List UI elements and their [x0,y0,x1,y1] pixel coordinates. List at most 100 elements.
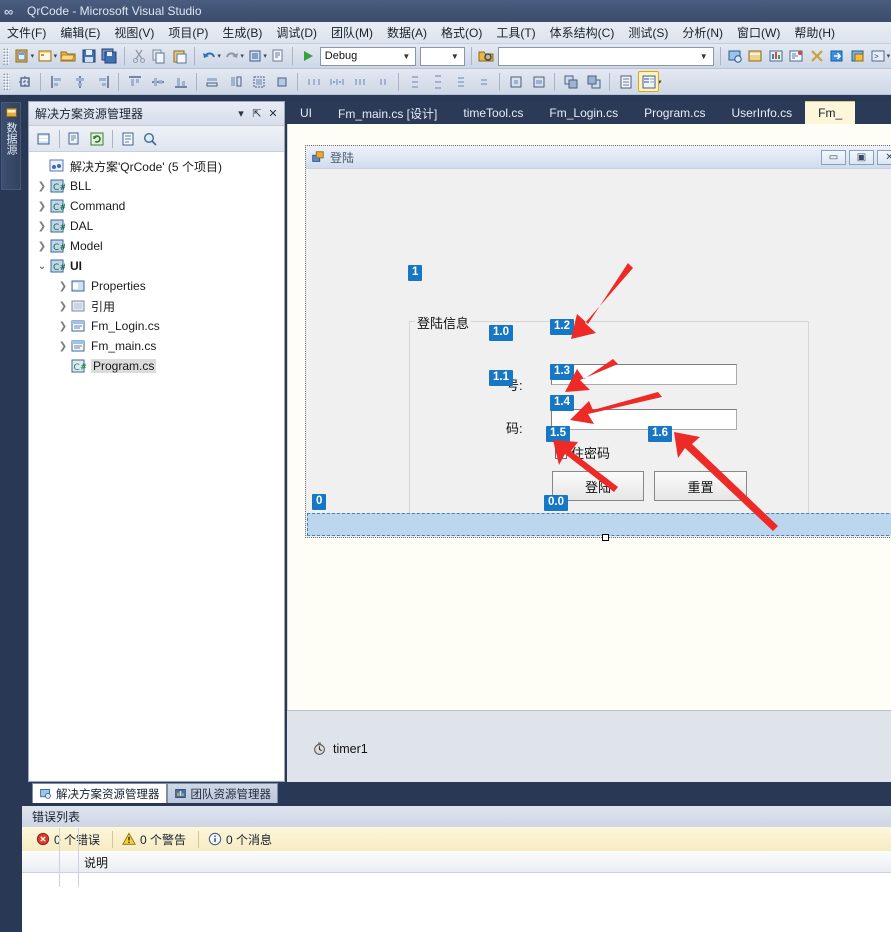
design-form[interactable]: 登陆 ▭ ▣ ✕ 登陆信息 号: 码: 住密码 登陆 重置 [305,145,891,541]
form-designer-surface[interactable]: 登陆 ▭ ▣ ✕ 登陆信息 号: 码: 住密码 登陆 重置 1 1.0 1.1 … [287,124,891,710]
chevron-right-icon[interactable]: ❯ [35,181,49,192]
textbox-password[interactable] [551,409,737,430]
button-reset[interactable]: 重置 [654,471,747,501]
cut-button[interactable] [129,46,148,67]
doc-tab-timetool[interactable]: timeTool.cs [450,102,536,124]
package-button[interactable] [849,46,868,67]
menu-format[interactable]: 格式(O) [434,22,489,43]
form-close-button[interactable]: ✕ [877,149,891,165]
chevron-down-icon[interactable]: ▼ [697,52,711,61]
solution-platform-combo[interactable]: ▼ [420,46,465,66]
toolbar-grip[interactable] [3,73,10,90]
horizontal-spacing-decrease-button[interactable] [349,71,370,92]
form-body[interactable]: 登陆信息 号: 码: 住密码 登陆 重置 [306,169,891,537]
center-vertically-button[interactable] [528,71,549,92]
bring-to-front-button[interactable] [560,71,581,92]
vertical-spacing-increase-button[interactable] [427,71,448,92]
menu-help[interactable]: 帮助(H) [787,22,842,43]
chevron-down-icon[interactable]: ▾ [233,106,249,122]
chevron-right-icon[interactable]: ❯ [35,241,49,252]
error-list-grid[interactable]: 说明 [22,828,891,932]
show-all-files-button[interactable] [64,128,86,149]
command-window-button[interactable]: > [869,46,888,67]
menu-architecture[interactable]: 体系结构(C) [543,22,622,43]
paste-button[interactable] [170,46,189,67]
doc-tab-ui[interactable]: UI [287,102,325,124]
tab-solution-explorer[interactable]: 解决方案资源管理器 [32,783,167,803]
tab-order-button[interactable] [615,71,636,92]
align-to-grid-button[interactable] [14,71,35,92]
chevron-right-icon[interactable]: ❯ [56,281,70,292]
send-to-back-button[interactable] [583,71,604,92]
horizontal-spacing-remove-button[interactable] [372,71,393,92]
add-new-item-button[interactable] [36,46,55,67]
menu-window[interactable]: 窗口(W) [730,22,787,43]
chevron-right-icon[interactable]: ❯ [35,201,49,212]
make-same-height-button[interactable] [225,71,246,92]
horizontal-spacing-increase-button[interactable] [326,71,347,92]
align-tops-button[interactable] [124,71,145,92]
tree-item-ui[interactable]: ⌄ C# UI [29,256,284,276]
solution-configuration-combo[interactable]: Debug ▼ [319,46,417,66]
tree-item-fm-login[interactable]: ❯ Fm_Login.cs [29,316,284,336]
menu-file[interactable]: 文件(F) [0,22,53,43]
doc-tab-fm-login[interactable]: Fm_Login.cs [536,102,631,124]
chevron-down-icon[interactable]: ▼ [399,52,413,61]
start-debug-button[interactable] [298,46,317,67]
open-file-button[interactable] [59,46,78,67]
redo-button[interactable] [223,46,242,67]
tree-item-dal[interactable]: ❯ C# DAL [29,216,284,236]
properties-grid-button[interactable] [638,71,659,92]
align-middles-button[interactable] [147,71,168,92]
tree-item-command[interactable]: ❯ C# Command [29,196,284,216]
menu-edit[interactable]: 编辑(E) [53,22,107,43]
close-icon[interactable]: ✕ [265,106,281,122]
chevron-right-icon[interactable]: ❯ [56,301,70,312]
form-resize-handle[interactable] [602,534,609,541]
make-same-width-button[interactable] [202,71,223,92]
statusstrip[interactable] [307,513,891,536]
solution-explorer-button[interactable] [726,46,745,67]
vertical-spacing-decrease-button[interactable] [450,71,471,92]
menu-data[interactable]: 数据(A) [380,22,434,43]
doc-tab-active[interactable]: Fm_ [805,101,856,124]
center-horizontally-button[interactable] [505,71,526,92]
tree-item-references[interactable]: ❯ 引用 [29,296,284,316]
tab-team-explorer[interactable]: 团队资源管理器 [166,783,278,803]
checkbox-remember-password[interactable]: 住密码 [555,443,610,462]
chevron-right-icon[interactable]: ❯ [35,221,49,232]
chevron-right-icon[interactable]: ❯ [56,341,70,352]
properties-window-button[interactable] [746,46,765,67]
warnings-filter[interactable]: 0 个警告 [116,828,195,851]
chevron-right-icon[interactable]: ❯ [56,321,70,332]
align-lefts-button[interactable] [46,71,67,92]
view-code-button[interactable] [117,128,139,149]
tree-root[interactable]: 解决方案'QrCode' (5 个项目) [29,156,284,176]
menu-analyze[interactable]: 分析(N) [675,22,730,43]
tray-item-timer1[interactable]: timer1 [312,741,368,756]
menu-team[interactable]: 团队(M) [324,22,380,43]
form-minimize-button[interactable]: ▭ [821,149,846,165]
toolbar-grip[interactable] [3,47,10,65]
find-button[interactable] [269,46,288,67]
properties-button[interactable] [33,128,55,149]
errors-filter[interactable]: 0 个错误 [30,828,109,851]
horizontal-spacing-equal-button[interactable] [303,71,324,92]
tree-item-properties[interactable]: ❯ Properties [29,276,284,296]
tree-item-program[interactable]: C# Program.cs [29,356,284,376]
new-project-button[interactable] [13,46,32,67]
vertical-spacing-equal-button[interactable] [404,71,425,92]
menu-debug[interactable]: 调试(D) [269,22,324,43]
align-rights-button[interactable] [92,71,113,92]
find-in-files-button[interactable] [477,46,496,67]
align-bottoms-button[interactable] [170,71,191,92]
view-designer-button[interactable] [139,128,161,149]
save-button[interactable] [80,46,99,67]
menu-build[interactable]: 生成(B) [215,22,269,43]
vertical-spacing-remove-button[interactable] [473,71,494,92]
tree-item-model[interactable]: ❯ C# Model [29,236,284,256]
menu-project[interactable]: 项目(P) [161,22,215,43]
navigate-button[interactable] [246,46,265,67]
toolbox-button[interactable] [787,46,806,67]
form-maximize-button[interactable]: ▣ [849,149,874,165]
